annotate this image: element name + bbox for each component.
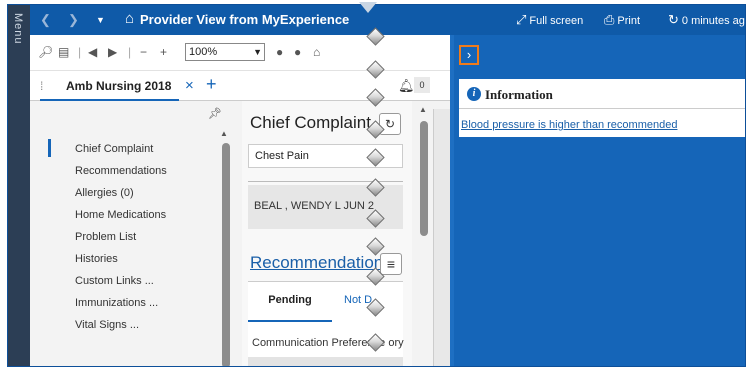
bell-icon[interactable]: 🔔︎	[398, 78, 415, 94]
workspace: 📌︎ Chief Complaint Recommendations Aller…	[30, 101, 450, 366]
circle-icon[interactable]: ●	[294, 45, 301, 59]
recommendations-heading[interactable]: Recommendations	[250, 253, 392, 273]
print-icon: ⎙	[604, 12, 615, 27]
close-tab-icon[interactable]: ×	[185, 77, 194, 94]
notification-count: 0	[414, 77, 430, 93]
house-icon[interactable]: ⌂	[313, 45, 320, 59]
previous-page-icon[interactable]: ◀	[88, 45, 97, 59]
forward-icon[interactable]: ❯	[68, 12, 79, 28]
adjacent-pane-edge	[433, 109, 450, 366]
tab-label: Amb Nursing 2018	[66, 79, 172, 93]
toolbar-divider: |	[78, 45, 82, 59]
splitter-top-marker	[359, 2, 377, 13]
print-label: Print	[617, 15, 641, 27]
sidebar-item-recommendations[interactable]: Recommendations	[75, 165, 167, 177]
refresh-icon: ↻	[384, 117, 396, 131]
collapse-panel-button[interactable]: ›	[459, 45, 479, 65]
add-tab-icon[interactable]: +	[206, 74, 217, 95]
pin-icon[interactable]: 📌︎	[208, 107, 222, 120]
chief-complaint-value: Chest Pain	[255, 150, 309, 162]
chevron-right-icon: ›	[466, 47, 472, 62]
information-title: Information	[485, 87, 553, 102]
chief-complaint-heading: Chief Complaint	[250, 113, 371, 132]
active-item-indicator	[48, 139, 51, 157]
sidebar-item-histories[interactable]: Histories	[75, 253, 118, 265]
sidebar-item-custom-links[interactable]: Custom Links ...	[75, 275, 154, 287]
sidebar-item-allergies[interactable]: Allergies (0)	[75, 187, 134, 199]
print-button[interactable]: ⎙ Print	[604, 12, 640, 28]
tab-amb-nursing[interactable]: Amb Nursing 2018	[40, 71, 180, 101]
sidebar-item-chief-complaint[interactable]: Chief Complaint	[75, 143, 153, 155]
menu-strip[interactable]: Menu	[8, 5, 30, 366]
sidebar-item-vital-signs[interactable]: Vital Signs ...	[75, 319, 139, 331]
blood-pressure-alert-link[interactable]: Blood pressure is higher than recommende…	[461, 119, 677, 131]
tab-pending-label: Pending	[268, 294, 312, 306]
menu-button[interactable]: ≡	[380, 253, 402, 275]
back-icon[interactable]: ❮	[40, 12, 51, 28]
sidebar-scrollbar[interactable]	[222, 143, 230, 366]
navigation-sidebar: 📌︎ Chief Complaint Recommendations Aller…	[30, 101, 240, 366]
left-pane: 🔎︎ ▤ | ◀ ▶ | − + 100% ▼ ● ● ⌂ ⁞ Amb Nurs…	[30, 35, 450, 366]
zoom-select[interactable]: 100% ▼	[185, 43, 265, 61]
chevron-down-icon: ▼	[253, 47, 262, 57]
toolbar-divider: |	[128, 45, 132, 59]
fullscreen-icon: ⤢	[516, 12, 527, 27]
content-scrollbar[interactable]	[420, 121, 428, 236]
refresh-label: 0 minutes ago	[681, 15, 746, 27]
info-icon: i	[467, 87, 481, 101]
recommendation-row-bar	[248, 357, 403, 366]
scroll-up-icon[interactable]: ▲	[419, 105, 427, 114]
binoculars-icon[interactable]: 🔎︎	[38, 45, 53, 59]
document-toolbar: 🔎︎ ▤ | ◀ ▶ | − + 100% ▼ ● ● ⌂	[30, 35, 450, 71]
sidebar-item-home-medications[interactable]: Home Medications	[75, 209, 166, 221]
patient-name: BEAL , WENDY L JUN 2	[254, 200, 375, 212]
information-header: i Information	[459, 79, 745, 109]
sidebar-item-immunizations[interactable]: Immunizations ...	[75, 297, 158, 309]
recommendations-panel: Pending Not D Communication Preference o…	[248, 281, 404, 366]
zoom-value: 100%	[189, 46, 218, 58]
page-icon[interactable]: ▤	[58, 45, 69, 59]
page-title: Provider View from MyExperience	[140, 12, 350, 27]
caret-down-icon[interactable]: ▼	[96, 15, 105, 25]
top-bar: ❮ ❯ ▼ ⌂ Provider View from MyExperience …	[30, 5, 746, 35]
home-icon[interactable]: ⌂	[125, 10, 134, 27]
tab-row: ⁞ Amb Nursing 2018 × + 🔔︎ 0	[30, 71, 450, 101]
zoom-in-icon[interactable]: +	[160, 45, 167, 59]
fullscreen-label: Full screen	[529, 15, 584, 27]
tab-pending[interactable]: Pending	[248, 282, 332, 322]
sidebar-item-problem-list[interactable]: Problem List	[75, 231, 136, 243]
tab-not-done[interactable]: Not D	[344, 282, 372, 318]
pane-splitter[interactable]	[450, 35, 454, 366]
next-page-icon[interactable]: ▶	[108, 45, 117, 59]
content-column: Chief Complaint ↻ Chest Pain BEAL , WEND…	[242, 101, 412, 366]
zoom-out-icon[interactable]: −	[140, 45, 147, 59]
menu-label[interactable]: Menu	[12, 13, 24, 45]
fullscreen-button[interactable]: ⤢ Full screen	[516, 12, 583, 28]
scroll-up-icon[interactable]: ▲	[220, 129, 228, 138]
information-panel: i Information Blood pressure is higher t…	[459, 79, 745, 137]
circle-icon[interactable]: ●	[276, 45, 283, 59]
refresh-status-button[interactable]: ↻ 0 minutes ago	[668, 12, 746, 28]
hamburger-icon: ≡	[386, 256, 396, 272]
refresh-icon: ↻	[668, 12, 679, 27]
